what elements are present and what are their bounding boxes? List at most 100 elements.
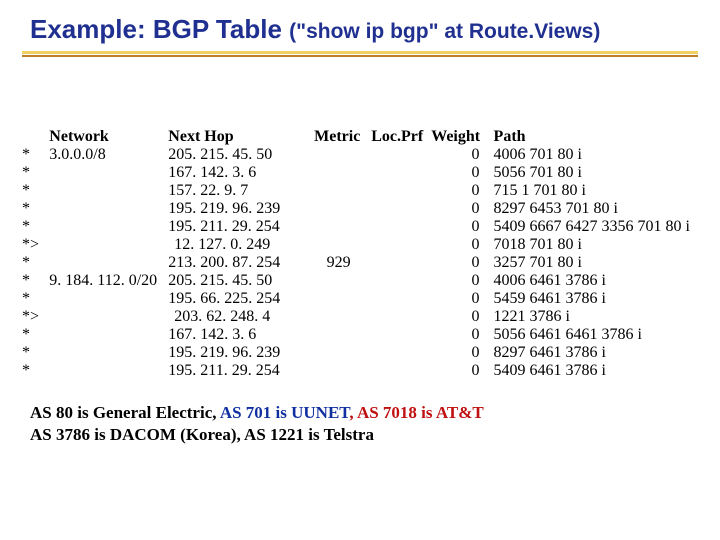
cell-locprf xyxy=(371,236,431,254)
cell-locprf xyxy=(371,182,431,200)
cell-path: 8297 6461 3786 i xyxy=(494,344,698,362)
table-row: * 195. 219. 96. 239 08297 6453 701 80 i xyxy=(22,200,698,218)
cell-metric xyxy=(314,290,371,308)
cell-metric xyxy=(314,146,371,164)
cell-network: 3.0.0.0/8 xyxy=(49,146,168,164)
cell-nexthop: 195. 66. 225. 254 xyxy=(168,290,314,308)
cell-mark: * xyxy=(22,164,49,182)
cell-path: 7018 701 80 i xyxy=(494,236,698,254)
bgp-table: Network Next Hop Metric Loc.Prf Weight P… xyxy=(22,128,698,380)
cell-mark: * xyxy=(22,290,49,308)
bgp-table-container: Network Next Hop Metric Loc.Prf Weight P… xyxy=(22,128,698,380)
cell-path: 4006 701 80 i xyxy=(494,146,698,164)
cell-weight: 0 xyxy=(431,200,493,218)
table-row: *9. 184. 112. 0/20205. 215. 45. 50 04006 … xyxy=(22,272,698,290)
cell-locprf xyxy=(371,344,431,362)
cell-mark: * xyxy=(22,344,49,362)
as7018-note: , AS 7018 is AT&T xyxy=(349,403,483,422)
title-sub: ("show ip bgp" at Route.Views) xyxy=(289,20,600,43)
col-weight: Weight xyxy=(431,128,493,146)
as701-note: AS 701 is UUNET xyxy=(220,403,350,422)
cell-network xyxy=(49,218,168,236)
cell-nexthop: 205. 215. 45. 50 xyxy=(168,146,314,164)
cell-locprf xyxy=(371,272,431,290)
cell-network xyxy=(49,164,168,182)
cell-network xyxy=(49,290,168,308)
cell-path: 1221 3786 i xyxy=(494,308,698,326)
as80-note: AS 80 is General Electric, xyxy=(30,403,220,422)
col-locprf: Loc.Prf xyxy=(371,128,431,146)
cell-weight: 0 xyxy=(431,218,493,236)
table-row: *195. 219. 96. 23908297 6461 3786 i xyxy=(22,344,698,362)
cell-metric xyxy=(314,182,371,200)
table-row: * 195. 211. 29. 254 05409 6667 6427 3356 7… xyxy=(22,218,698,236)
cell-metric xyxy=(314,200,371,218)
cell-path: 4006 6461 3786 i xyxy=(494,272,698,290)
cell-weight: 0 xyxy=(431,362,493,380)
col-metric: Metric xyxy=(314,128,371,146)
footer-line-2: AS 3786 is DACOM (Korea), AS 1221 is Tel… xyxy=(30,424,698,446)
cell-path: 5056 701 80 i xyxy=(494,164,698,182)
cell-mark: *> xyxy=(22,236,49,254)
cell-weight: 0 xyxy=(431,182,493,200)
cell-mark: * xyxy=(22,200,49,218)
cell-metric xyxy=(314,236,371,254)
cell-network xyxy=(49,182,168,200)
col-network: Network xyxy=(49,128,168,146)
title-underline xyxy=(22,51,698,58)
cell-metric xyxy=(314,164,371,182)
cell-nexthop: 203. 62. 248. 4 xyxy=(168,308,314,326)
table-row: *167. 142. 3. 605056 6461 6461 3786 i xyxy=(22,326,698,344)
cell-nexthop: 195. 211. 29. 254 xyxy=(168,218,314,236)
table-header-row: Network Next Hop Metric Loc.Prf Weight P… xyxy=(22,128,698,146)
cell-network xyxy=(49,236,168,254)
cell-weight: 0 xyxy=(431,254,493,272)
cell-mark: * xyxy=(22,182,49,200)
table-row: *>12. 127. 0. 2490 7018 701 80 i xyxy=(22,236,698,254)
cell-network xyxy=(49,308,168,326)
title-main: Example: BGP Table xyxy=(30,14,282,44)
cell-path: 5409 6667 6427 3356 701 80 i xyxy=(494,218,698,236)
cell-nexthop: 205. 215. 45. 50 xyxy=(168,272,314,290)
cell-weight: 0 xyxy=(431,146,493,164)
cell-mark: * xyxy=(22,218,49,236)
cell-mark: * xyxy=(22,272,49,290)
cell-nexthop: 167. 142. 3. 6 xyxy=(168,326,314,344)
cell-weight: 0 xyxy=(431,344,493,362)
footer-notes: AS 80 is General Electric, AS 701 is UUN… xyxy=(22,402,698,446)
cell-locprf xyxy=(371,164,431,182)
slide-title: Example: BGP Table ("show ip bgp" at Rou… xyxy=(22,10,698,47)
cell-nexthop: 167. 142. 3. 6 xyxy=(168,164,314,182)
cell-weight: 0 xyxy=(431,290,493,308)
cell-mark: *> xyxy=(22,308,49,326)
footer-line-1: AS 80 is General Electric, AS 701 is UUN… xyxy=(30,402,698,424)
col-path: Path xyxy=(494,128,698,146)
cell-locprf xyxy=(371,326,431,344)
cell-network xyxy=(49,254,168,272)
cell-nexthop: 195. 219. 96. 239 xyxy=(168,200,314,218)
cell-weight: 0 xyxy=(431,272,493,290)
cell-mark: * xyxy=(22,146,49,164)
cell-metric xyxy=(314,272,371,290)
cell-locprf xyxy=(371,254,431,272)
cell-metric xyxy=(314,344,371,362)
cell-locprf xyxy=(371,218,431,236)
cell-network xyxy=(49,326,168,344)
cell-weight: 0 xyxy=(431,308,493,326)
cell-weight: 0 xyxy=(431,326,493,344)
cell-path: 8297 6453 701 80 i xyxy=(494,200,698,218)
cell-mark: * xyxy=(22,326,49,344)
cell-weight: 0 xyxy=(431,164,493,182)
cell-network xyxy=(49,200,168,218)
cell-mark: * xyxy=(22,362,49,380)
cell-network: 9. 184. 112. 0/20 xyxy=(49,272,168,290)
cell-mark: * xyxy=(22,254,49,272)
cell-metric xyxy=(314,218,371,236)
cell-nexthop: 195. 211. 29. 254 xyxy=(168,362,314,380)
cell-path: 3257 701 80 i xyxy=(494,254,698,272)
cell-locprf xyxy=(371,146,431,164)
table-row: *213. 200. 87. 25492903257 701 80 i xyxy=(22,254,698,272)
table-row: *> 203. 62. 248. 4 0 1221 3786 i xyxy=(22,308,698,326)
cell-network xyxy=(49,344,168,362)
cell-nexthop: 213. 200. 87. 254 xyxy=(168,254,314,272)
